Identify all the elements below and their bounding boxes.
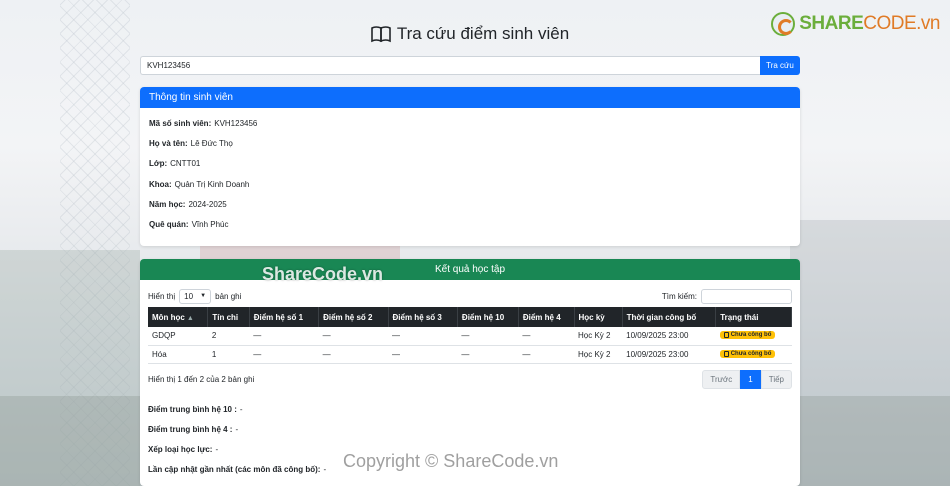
search-button[interactable]: Tra cứu — [760, 56, 800, 75]
table-row: Hóa 1 — — — — — Học Kỳ 2 10/09/2025 23:0… — [148, 345, 792, 364]
table-search-input[interactable] — [701, 288, 792, 304]
pagination: Trước 1 Tiếp — [702, 369, 792, 389]
book-icon — [371, 26, 391, 43]
info-row-school-year: Năm học: 2024-2025 — [149, 199, 227, 209]
stat-last-updated: Lần cập nhật gần nhất (các môn đã công b… — [148, 464, 327, 474]
table-search-label: Tìm kiếm: — [661, 291, 697, 301]
chevron-down-icon: ▼ — [200, 293, 207, 299]
col-header-score-coef1[interactable]: Điểm hệ số 1 — [249, 307, 320, 327]
results-table: Môn học ▲ Tín chỉ Điểm hệ số 1 Điểm hệ số… — [148, 307, 792, 364]
col-header-status[interactable]: Trạng thái — [715, 307, 792, 327]
search-form: Tra cứu — [140, 56, 800, 75]
info-row-faculty: Khoa: Quản Trị Kinh Doanh — [149, 179, 250, 189]
col-header-score-10[interactable]: Điểm hệ 10 — [457, 307, 519, 327]
results-header: Kết quả học tập — [140, 259, 800, 280]
clipboard-icon — [723, 332, 729, 339]
info-row-student-id: Mã số sinh viên: KVH123456 — [149, 118, 258, 128]
pager-prev[interactable]: Trước — [702, 369, 741, 389]
sharecode-logo: SHARECODE.vn — [771, 12, 940, 36]
table-info-text: Hiển thị 1 đến 2 của 2 bản ghi — [148, 374, 255, 384]
page-size-label: Hiển thị — [148, 291, 176, 301]
table-row: GDQP 2 — — — — — Học Kỳ 2 10/09/2025 23:… — [148, 327, 792, 346]
sort-asc-icon: ▲ — [186, 314, 194, 322]
student-id-input[interactable] — [140, 56, 760, 75]
status-badge: Chưa công bố — [719, 349, 776, 358]
col-header-semester[interactable]: Học kỳ — [574, 307, 623, 327]
stat-gpa-10: Điểm trung bình hệ 10 :- — [148, 404, 243, 414]
col-header-publish-time[interactable]: Thời gian công bố — [622, 307, 717, 327]
student-info-card: Thông tin sinh viên Mã số sinh viên: KVH1… — [140, 87, 800, 246]
info-row-class: Lớp: CNTT01 — [149, 159, 201, 169]
col-header-score-4[interactable]: Điểm hệ 4 — [518, 307, 575, 327]
page-size-select[interactable]: 10 ▼ — [179, 288, 212, 304]
clipboard-icon — [723, 350, 729, 357]
status-badge: Chưa công bố — [719, 331, 776, 340]
col-header-subject[interactable]: Môn học ▲ — [148, 307, 209, 327]
page-size-suffix: bản ghi — [215, 291, 242, 301]
summary-stats: Điểm trung bình hệ 10 :- Điểm trung bình… — [148, 399, 326, 479]
pager-page-1[interactable]: 1 — [740, 369, 761, 389]
logo-icon — [771, 12, 796, 36]
col-header-score-coef3[interactable]: Điểm hệ số 3 — [388, 307, 458, 327]
pager-next[interactable]: Tiếp — [760, 369, 792, 389]
col-header-score-coef2[interactable]: Điểm hệ số 2 — [318, 307, 389, 327]
info-row-full-name: Họ và tên: Lê Đức Thọ — [149, 138, 233, 148]
student-info-header: Thông tin sinh viên — [140, 87, 800, 108]
col-header-credits[interactable]: Tín chỉ — [207, 307, 250, 327]
page-title: Tra cứu điểm sinh viên — [140, 24, 800, 44]
results-card: Kết quả học tập Hiển thị 10 ▼ bản ghi Tì… — [140, 259, 800, 486]
stat-gpa-4: Điểm trung bình hệ 4 :- — [148, 424, 239, 434]
stat-classification: Xếp loại học lực: - — [148, 444, 219, 454]
info-row-hometown: Quê quán: Vĩnh Phúc — [149, 220, 229, 230]
